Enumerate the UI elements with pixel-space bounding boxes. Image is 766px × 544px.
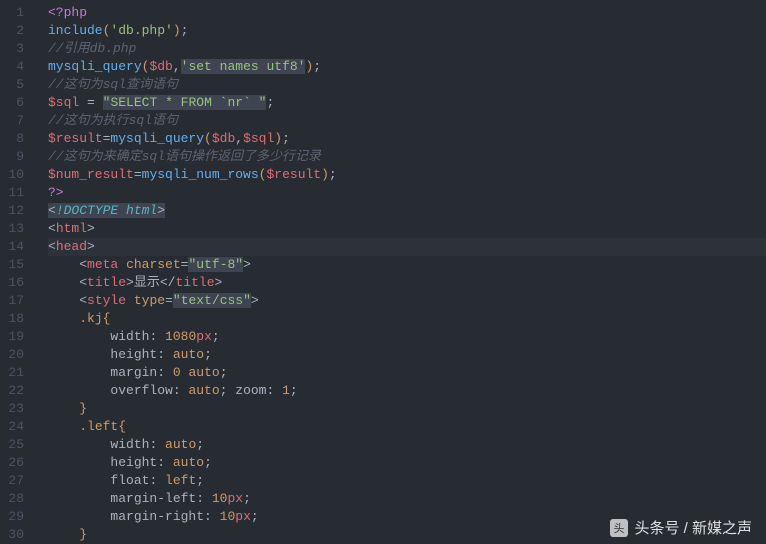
line-number: 12 — [0, 202, 34, 220]
line-number: 28 — [0, 490, 34, 508]
code-line[interactable]: width: auto; — [48, 436, 766, 454]
code-line[interactable]: overflow: auto; zoom: 1; — [48, 382, 766, 400]
code-line[interactable]: <html> — [48, 220, 766, 238]
code-editor[interactable]: 1 2 3 4 5 6 7 8 9 10 11 12 13 14 15 16 1… — [0, 0, 766, 544]
line-number: 26 — [0, 454, 34, 472]
line-number: 3 — [0, 40, 34, 58]
code-line[interactable]: <style type="text/css"> — [48, 292, 766, 310]
line-number: 17 — [0, 292, 34, 310]
line-number: 19 — [0, 328, 34, 346]
code-line[interactable]: height: auto; — [48, 346, 766, 364]
toutiao-icon: 头 — [610, 519, 628, 537]
code-line[interactable]: //这句为来确定sql语句操作返回了多少行记录 — [48, 148, 766, 166]
line-number: 29 — [0, 508, 34, 526]
code-line[interactable]: include('db.php'); — [48, 22, 766, 40]
line-number: 24 — [0, 418, 34, 436]
code-line[interactable]: mysqli_query($db,'set names utf8'); — [48, 58, 766, 76]
line-number: 16 — [0, 274, 34, 292]
code-line[interactable]: <head> — [48, 238, 766, 256]
line-number: 2 — [0, 22, 34, 40]
svg-text:头: 头 — [614, 522, 625, 535]
line-number: 23 — [0, 400, 34, 418]
watermark-label: 头条号 / 新媒之声 — [634, 517, 752, 538]
code-line[interactable]: //引用db.php — [48, 40, 766, 58]
line-number: 7 — [0, 112, 34, 130]
code-line[interactable]: .left{ — [48, 418, 766, 436]
line-number: 14 — [0, 238, 34, 256]
code-line[interactable]: width: 1080px; — [48, 328, 766, 346]
line-number: 13 — [0, 220, 34, 238]
line-number: 5 — [0, 76, 34, 94]
code-line[interactable]: height: auto; — [48, 454, 766, 472]
line-number: 25 — [0, 436, 34, 454]
watermark: 头 头条号 / 新媒之声 — [610, 517, 752, 538]
line-number: 21 — [0, 364, 34, 382]
line-number: 6 — [0, 94, 34, 112]
code-line[interactable]: $num_result=mysqli_num_rows($result); — [48, 166, 766, 184]
line-number: 22 — [0, 382, 34, 400]
line-number: 9 — [0, 148, 34, 166]
code-line[interactable]: <meta charset="utf-8"> — [48, 256, 766, 274]
code-line[interactable]: //这句为sql查询语句 — [48, 76, 766, 94]
code-line[interactable]: margin: 0 auto; — [48, 364, 766, 382]
code-area[interactable]: <?php include('db.php'); //引用db.php mysq… — [34, 0, 766, 544]
line-number-gutter: 1 2 3 4 5 6 7 8 9 10 11 12 13 14 15 16 1… — [0, 0, 34, 544]
line-number: 20 — [0, 346, 34, 364]
line-number: 4 — [0, 58, 34, 76]
line-number: 10 — [0, 166, 34, 184]
code-line[interactable]: <?php — [48, 4, 766, 22]
code-line[interactable]: ?> — [48, 184, 766, 202]
code-line[interactable]: } — [48, 400, 766, 418]
code-line[interactable]: <!DOCTYPE html> — [48, 202, 766, 220]
line-number: 18 — [0, 310, 34, 328]
code-line[interactable]: .kj{ — [48, 310, 766, 328]
line-number: 15 — [0, 256, 34, 274]
code-line[interactable]: $result=mysqli_query($db,$sql); — [48, 130, 766, 148]
line-number: 1 — [0, 4, 34, 22]
line-number: 11 — [0, 184, 34, 202]
line-number: 30 — [0, 526, 34, 544]
code-line[interactable]: <title>显示</title> — [48, 274, 766, 292]
code-line[interactable]: $sql = "SELECT * FROM `nr` "; — [48, 94, 766, 112]
line-number: 8 — [0, 130, 34, 148]
line-number: 27 — [0, 472, 34, 490]
code-line[interactable]: float: left; — [48, 472, 766, 490]
code-line[interactable]: //这句为执行sql语句 — [48, 112, 766, 130]
code-line[interactable]: margin-left: 10px; — [48, 490, 766, 508]
